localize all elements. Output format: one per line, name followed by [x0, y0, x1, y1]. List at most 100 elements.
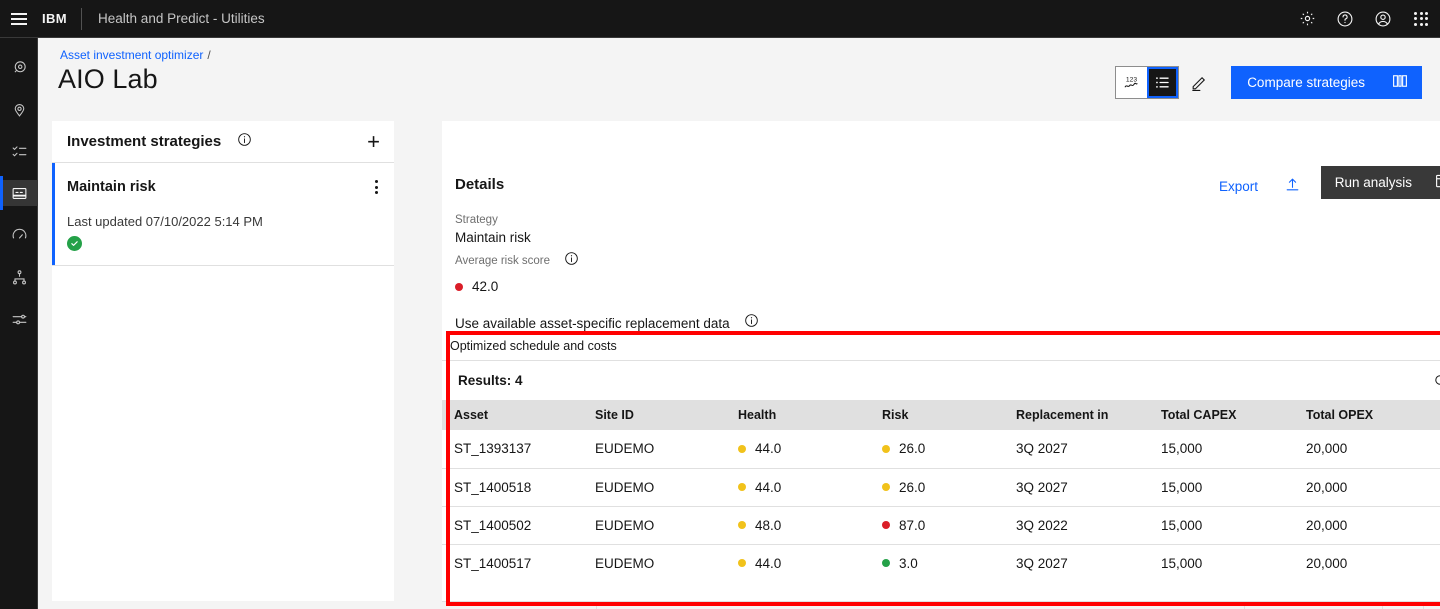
cell-replacement-in: 3Q 2027	[1016, 555, 1068, 571]
chevron-left-icon[interactable]	[1383, 602, 1423, 609]
export-button[interactable]: Export	[1219, 176, 1301, 196]
help-icon[interactable]	[1326, 0, 1364, 38]
cell-health: 48.0	[726, 506, 870, 545]
left-nav-rail	[0, 38, 38, 609]
rail-item-rocket[interactable]	[0, 54, 38, 80]
pagination-bar: Items per page: 10 1–4 of 4 items 1 1 of…	[442, 601, 1440, 609]
column-header-health[interactable]: Health	[726, 400, 870, 430]
cell-total-capex: 15,000	[1161, 555, 1203, 571]
health-value: 48.0	[755, 517, 782, 533]
table-caption: Optimized schedule and costs	[442, 332, 1440, 361]
table-row[interactable]: ST_1400517 EUDEMO 44.0 3.0 3Q 2027 15,000 20,0…	[442, 544, 1440, 582]
details-title: Details	[455, 176, 505, 193]
column-header-asset[interactable]: Asset	[442, 400, 583, 430]
run-analysis-button[interactable]: Run analysis	[1320, 166, 1440, 199]
info-icon[interactable]	[744, 313, 759, 333]
rail-item-checklist[interactable]	[0, 138, 38, 164]
risk-score-value-row: 42.0	[455, 279, 759, 294]
chart-view-icon[interactable]: 123	[1116, 67, 1148, 98]
risk-value: 87.0	[899, 517, 926, 533]
search-icon[interactable]	[1422, 362, 1440, 400]
overflow-menu-icon[interactable]	[375, 180, 378, 194]
strategies-header: Investment strategies +	[52, 121, 394, 163]
page-number-section: 1 1 of 1 pages	[1245, 602, 1382, 609]
replacement-data-note: Use available asset-specific replacement…	[455, 315, 730, 331]
app-switcher-icon[interactable]	[1402, 0, 1440, 38]
status-dot	[882, 559, 890, 568]
svg-text:123: 123	[1126, 77, 1137, 84]
table-body: ST_1393137 EUDEMO 44.0 26.0 3Q 2027 15,000 20,…	[442, 430, 1440, 582]
page-toolbar: 123 Compare strategies	[1115, 66, 1422, 99]
column-header-total-opex[interactable]: Total OPEX	[1294, 400, 1440, 430]
status-dot	[738, 559, 746, 568]
column-header-total-capex[interactable]: Total CAPEX	[1149, 400, 1294, 430]
cell-site-id: EUDEMO	[583, 506, 726, 545]
add-strategy-button[interactable]: +	[367, 130, 380, 153]
gear-icon[interactable]	[1288, 0, 1326, 38]
ibm-logo[interactable]: IBM	[38, 11, 81, 26]
breadcrumb-separator: /	[207, 48, 211, 62]
breadcrumb: Asset investment optimizer /	[60, 48, 215, 62]
info-icon[interactable]	[564, 251, 579, 271]
status-dot	[882, 521, 890, 529]
rail-item-dashboard[interactable]	[0, 176, 38, 210]
investment-strategies-panel: Investment strategies + Maintain risk La…	[52, 121, 394, 601]
cell-total-capex: 15,000	[1149, 506, 1294, 545]
strategy-field-value: Maintain risk	[455, 230, 531, 245]
run-analysis-icon	[1434, 172, 1440, 193]
table-toolbar: Results: 4	[442, 361, 1440, 400]
rail-item-location[interactable]	[0, 96, 38, 122]
check-circle-icon	[67, 236, 82, 251]
status-dot	[738, 521, 746, 529]
column-header-risk[interactable]: Risk	[870, 400, 1004, 430]
status-dot	[455, 282, 463, 291]
cell-health: 44.0	[726, 544, 870, 582]
cell-risk: 3.0	[870, 544, 1004, 582]
risk-value: 26.0	[899, 479, 926, 495]
cell-total-opex: 20,000	[1294, 468, 1440, 507]
table-row[interactable]: ST_1393137 EUDEMO 44.0 26.0 3Q 2027 15,000 20,…	[442, 430, 1440, 469]
strategy-card[interactable]: Maintain risk Last updated 07/10/2022 5:…	[52, 163, 394, 266]
cell-risk: 26.0	[870, 430, 1004, 469]
pencil-icon[interactable]	[1179, 67, 1219, 98]
strategy-card-updated: Last updated 07/10/2022 5:14 PM	[67, 214, 263, 229]
rail-item-sliders[interactable]	[0, 306, 38, 332]
status-dot	[882, 444, 890, 453]
list-view-icon[interactable]	[1147, 67, 1179, 98]
cell-site-id: EUDEMO	[583, 468, 726, 507]
rail-item-gauge[interactable]	[0, 222, 38, 248]
table-row[interactable]: ST_1400502 EUDEMO 48.0 87.0 3Q 2022 15,000 20,…	[442, 506, 1440, 545]
upload-icon	[1284, 176, 1301, 196]
details-fields: Strategy Maintain risk Average risk scor…	[455, 214, 759, 333]
strategies-title: Investment strategies	[67, 133, 222, 150]
user-avatar-icon[interactable]	[1364, 0, 1402, 38]
cell-asset: ST_1400502	[442, 506, 583, 545]
product-name[interactable]: Health and Predict - Utilities	[82, 11, 265, 26]
cell-site-id: EUDEMO	[595, 555, 655, 571]
breadcrumb-link[interactable]: Asset investment optimizer	[60, 48, 203, 62]
cell-total-capex: 15,000	[1149, 468, 1294, 507]
risk-score-label: Average risk score	[455, 255, 551, 267]
risk-value: 26.0	[899, 441, 926, 457]
columns-icon	[1391, 72, 1409, 93]
cell-risk: 26.0	[870, 468, 1004, 507]
strategy-field-label: Strategy	[455, 214, 498, 226]
pagination-controls: 1 1 of 1 pages	[1244, 601, 1440, 609]
table-header-row: Asset Site ID Health Risk Replacement in…	[442, 400, 1440, 430]
cell-replacement-in: 3Q 2027	[1004, 468, 1149, 507]
table-row[interactable]: ST_1400518 EUDEMO 44.0 26.0 3Q 2027 15,000 20,…	[442, 468, 1440, 507]
run-analysis-label: Run analysis	[1334, 175, 1412, 190]
hamburger-menu-icon[interactable]	[0, 0, 38, 38]
results-table: Asset Site ID Health Risk Replacement in…	[442, 400, 1440, 582]
page-title: AIO Lab	[58, 64, 158, 94]
column-header-site-id[interactable]: Site ID	[583, 400, 726, 430]
status-dot	[738, 483, 746, 491]
view-toggle: 123	[1115, 66, 1180, 99]
column-header-replacement-in[interactable]: Replacement in	[1004, 400, 1149, 430]
cell-site-id: EUDEMO	[583, 430, 726, 469]
rail-item-hierarchy[interactable]	[0, 264, 38, 290]
compare-strategies-button[interactable]: Compare strategies	[1231, 66, 1422, 99]
info-icon[interactable]	[237, 132, 252, 152]
chevron-right-icon[interactable]	[1424, 602, 1440, 609]
page-body: Asset investment optimizer / AIO Lab 123	[38, 38, 1440, 609]
